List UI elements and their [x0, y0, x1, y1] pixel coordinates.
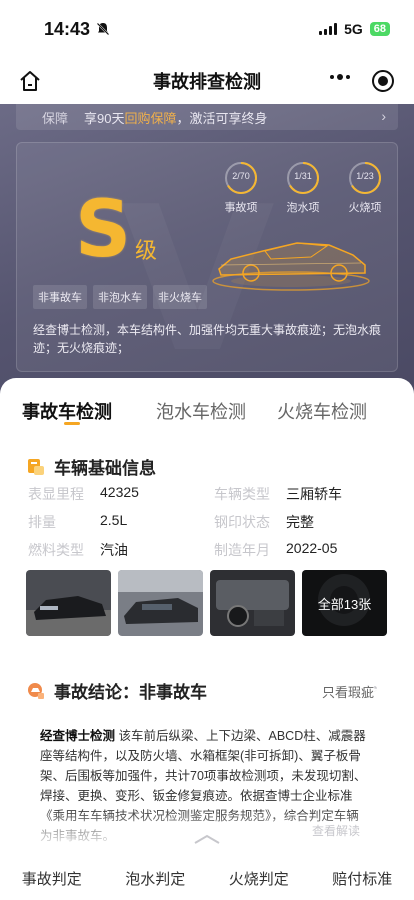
- grade-suffix: 级: [135, 238, 158, 263]
- signal-icon: [319, 23, 338, 35]
- report-hero: V 保障 享90天回购保障，激活可享终身 › S 级 2/70 事故项: [0, 104, 414, 404]
- nav-accident-judgement[interactable]: 事故判定: [0, 868, 104, 889]
- basic-info-grid: 表显里程 42325 车辆类型 三厢轿车 排量 2.5L 钢印状态 完整 燃料类…: [28, 484, 388, 568]
- vehicle-photo-more[interactable]: 全部13张: [302, 570, 387, 636]
- info-label: 车辆类型: [214, 486, 270, 502]
- conclusion-bold-lead: 经查博士检测: [40, 729, 116, 743]
- tab-accident[interactable]: 事故车检测: [22, 398, 112, 424]
- conclusion-title: 事故结论：非事故车: [54, 683, 207, 702]
- network-label: 5G: [344, 21, 363, 37]
- grade-card: S 级 2/70 事故项 1/31 泡水项 1/23 火烧项 非事故车 非泡水车…: [16, 142, 398, 372]
- ring-value: 2/70: [232, 171, 250, 181]
- info-label: 排量: [28, 514, 56, 530]
- guarantee-text-suffix: ，激活可享终身: [176, 110, 268, 126]
- bottom-nav: 事故判定 泡水判定 火烧判定 赔付标准: [0, 856, 414, 900]
- ring-flood[interactable]: 1/31 泡水项: [283, 161, 323, 215]
- tab-fire[interactable]: 火烧车检测: [277, 398, 367, 424]
- guarantee-text-prefix: 享90天: [84, 110, 125, 126]
- battery-level: 68: [373, 23, 386, 35]
- progress-ring: 2/70: [224, 161, 258, 195]
- basic-info-header: 车辆基础信息: [26, 454, 156, 479]
- car-info-icon: [28, 458, 44, 475]
- nav-flood-judgement[interactable]: 泡水判定: [104, 868, 208, 889]
- basic-info-title: 车辆基础信息: [54, 459, 156, 478]
- grade-letter: S: [75, 185, 132, 275]
- info-label: 燃料类型: [28, 542, 84, 558]
- ring-label: 火烧项: [348, 202, 382, 214]
- info-row: 排量 2.5L 钢印状态 完整: [28, 512, 388, 540]
- chevron-up-icon[interactable]: [193, 834, 221, 844]
- info-row: 表显里程 42325 车辆类型 三厢轿车: [28, 484, 388, 512]
- inspection-tabs: 事故车检测 泡水车检测 火烧车检测: [0, 396, 414, 426]
- conclusion-header: 事故结论：非事故车: [26, 678, 207, 703]
- info-label: 表显里程: [28, 486, 84, 502]
- home-icon[interactable]: [18, 69, 42, 93]
- ring-value: 1/23: [356, 171, 374, 181]
- vehicle-photo[interactable]: [210, 570, 295, 636]
- ring-value: 1/31: [294, 171, 312, 181]
- status-time: 14:43: [44, 19, 110, 40]
- info-value: 42325: [100, 484, 139, 500]
- toggle-switch-icon[interactable]: ◔: [371, 681, 378, 695]
- more-icon[interactable]: [330, 74, 350, 80]
- info-value: 完整: [286, 514, 314, 530]
- progress-ring: 1/31: [286, 161, 320, 195]
- progress-ring: 1/23: [348, 161, 382, 195]
- mute-bell-icon: [96, 22, 110, 36]
- guarantee-tag: 保障: [42, 110, 69, 126]
- status-badges: 非事故车 非泡水车 非火烧车: [33, 285, 207, 309]
- vehicle-photo[interactable]: [26, 570, 111, 636]
- all-photos-label: 全部13张: [302, 570, 387, 636]
- info-label: 制造年月: [214, 542, 270, 558]
- page-title: 事故排查检测: [153, 72, 261, 92]
- vehicle-photo[interactable]: [118, 570, 203, 636]
- report-sheet: 事故车检测 泡水车检测 火烧车检测 车辆基础信息 表显里程 42325 车辆类型…: [0, 378, 414, 900]
- badge-non-flood: 非泡水车: [93, 285, 147, 309]
- vehicle-photos: 全部13张: [26, 570, 387, 636]
- ring-fire[interactable]: 1/23 火烧项: [345, 161, 385, 215]
- inspection-rings: 2/70 事故项 1/31 泡水项 1/23 火烧项: [221, 161, 385, 215]
- inspection-summary: 经查博士检测，本车结构件、加强件均无重大事故痕迹；无泡水痕迹；无火烧痕迹；: [33, 323, 382, 355]
- nav-fire-judgement[interactable]: 火烧判定: [207, 868, 311, 889]
- view-explanation-link[interactable]: 查看解读: [312, 822, 360, 839]
- status-bar: 14:43 5G 68: [0, 0, 414, 58]
- nav-compensation-standard[interactable]: 赔付标准: [311, 868, 414, 889]
- close-miniapp-icon[interactable]: [372, 70, 394, 92]
- ring-label: 泡水项: [286, 202, 320, 214]
- nav-bar: 事故排查检测: [0, 58, 414, 104]
- guarantee-highlight: 回购保障: [124, 110, 177, 126]
- car-illustration: [212, 242, 370, 291]
- info-row: 燃料类型 汽油 制造年月 2022-05: [28, 540, 388, 568]
- accident-car-icon: [28, 682, 44, 699]
- guarantee-banner[interactable]: 保障 享90天 回购保障 ，激活可享终身 ›: [16, 104, 398, 130]
- time-text: 14:43: [44, 18, 91, 39]
- status-right: 5G 68: [319, 21, 390, 37]
- info-value: 汽油: [100, 542, 128, 558]
- chevron-right-icon: ›: [381, 108, 386, 124]
- badge-non-fire: 非火烧车: [153, 285, 207, 309]
- ring-label: 事故项: [224, 202, 258, 214]
- info-label: 钢印状态: [214, 514, 270, 530]
- tab-flood[interactable]: 泡水车检测: [156, 398, 246, 424]
- info-value: 2.5L: [100, 512, 128, 528]
- ring-accident[interactable]: 2/70 事故项: [221, 161, 261, 215]
- badge-non-accident: 非事故车: [33, 285, 87, 309]
- info-value: 2022-05: [286, 540, 338, 556]
- info-value: 三厢轿车: [286, 486, 342, 502]
- tab-underline: [64, 422, 80, 425]
- battery-icon: 68: [369, 22, 390, 36]
- defect-only-toggle[interactable]: 只看瑕疵: [322, 682, 374, 701]
